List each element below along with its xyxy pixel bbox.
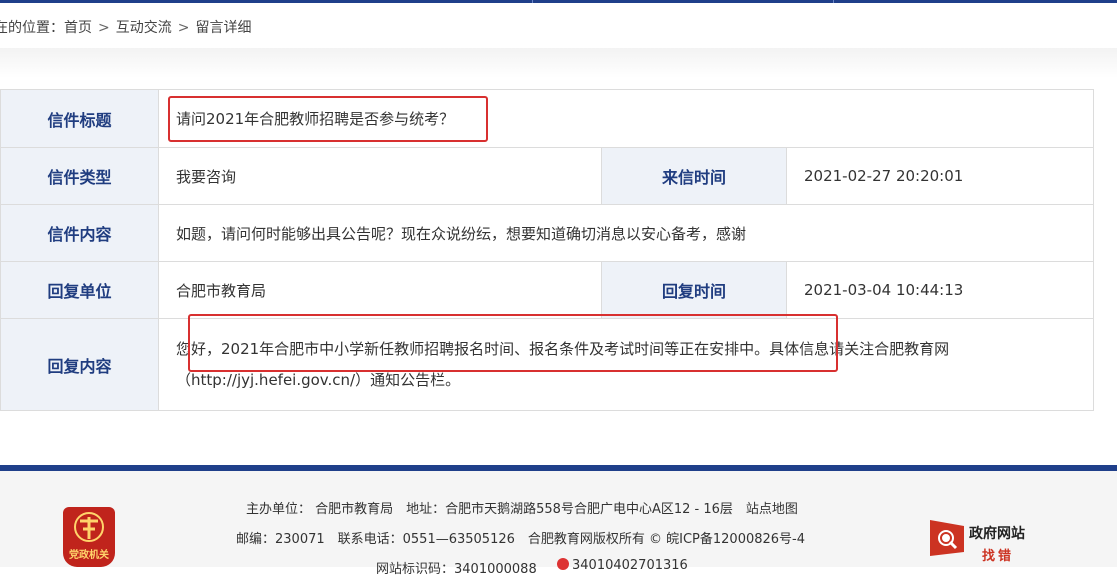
breadcrumb-separator: > xyxy=(177,20,190,36)
police-record-number: 34010402701316 xyxy=(572,558,688,573)
breadcrumb-home[interactable]: 首页 xyxy=(64,10,92,46)
police-badge-icon xyxy=(557,558,569,570)
reply-unit-label: 回复单位 xyxy=(0,261,159,319)
footer-site-id: 网站标识码：3401000088 xyxy=(376,562,537,577)
breadcrumb: 在的位置：首页 > 互动交流 > 留言详细 xyxy=(0,10,1117,46)
reply-time-value: 2021-03-04 10:44:13 xyxy=(786,261,1094,319)
content-value: 如题，请问何时能够出具公告呢？现在众说纷纭，想要知道确切消息以安心备考，感谢 xyxy=(158,204,1094,262)
title-label: 信件标题 xyxy=(0,89,159,148)
breadcrumb-interaction[interactable]: 互动交流 xyxy=(116,10,172,46)
reply-highlight-box xyxy=(188,314,838,372)
breadcrumb-prefix: 在的位置： xyxy=(0,20,64,36)
nav-divider xyxy=(833,0,834,3)
top-nav-bar xyxy=(0,0,1117,3)
time-label: 来信时间 xyxy=(601,147,787,205)
gov-site-error-icon[interactable] xyxy=(928,518,966,558)
badge-label: 党政机关 xyxy=(69,550,109,561)
footer-line-1: 主办单位： 合肥市教育局 地址：合肥市天鹅湖路558号合肥广电中心A区12 - … xyxy=(246,502,798,517)
reply-unit-value: 合肥市教育局 xyxy=(158,261,602,319)
gov-site-error-sub[interactable]: 找错 xyxy=(982,545,1014,564)
row-content: 信件内容 如题，请问何时能够出具公告呢？现在众说纷纭，想要知道确切消息以安心备考… xyxy=(0,204,1094,262)
row-reply-unit: 回复单位 合肥市教育局 回复时间 2021-03-04 10:44:13 xyxy=(0,261,1094,319)
row-type: 信件类型 我要咨询 来信时间 2021-02-27 20:20:01 xyxy=(0,147,1094,205)
type-label: 信件类型 xyxy=(0,147,159,205)
reply-time-label: 回复时间 xyxy=(601,261,787,319)
breadcrumb-shadow xyxy=(0,48,1117,78)
footer-line-2: 邮编：230071 联系电话：0551—63505126 合肥教育网版权所有 ©… xyxy=(236,532,806,547)
content-label: 信件内容 xyxy=(0,204,159,262)
type-value: 我要咨询 xyxy=(158,147,602,205)
time-value: 2021-02-27 20:20:01 xyxy=(786,147,1094,205)
emblem-icon xyxy=(74,512,104,542)
reply-content-label: 回复内容 xyxy=(0,318,159,411)
breadcrumb-current: 留言详细 xyxy=(195,20,252,36)
title-highlight-box xyxy=(168,96,488,142)
gov-site-error-title[interactable]: 政府网站 xyxy=(969,523,1025,543)
breadcrumb-separator: > xyxy=(98,20,110,36)
nav-divider xyxy=(532,0,533,3)
footer-police-record: 34010402701316 xyxy=(557,558,688,573)
row-title: 信件标题 请问2021年合肥教师招聘是否参与统考？ xyxy=(0,89,1094,148)
